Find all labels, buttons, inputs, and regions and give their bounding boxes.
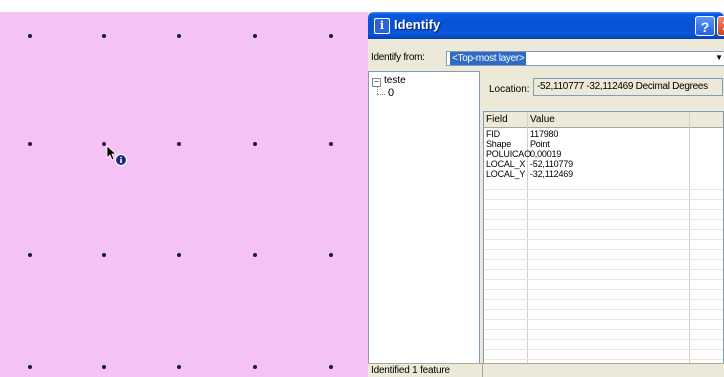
field-cell: LOCAL_X [486, 159, 526, 169]
table-row[interactable]: LOCAL_Y -32,112469 [484, 169, 723, 179]
grid-line [484, 349, 723, 350]
map-point[interactable] [253, 365, 257, 369]
grid-line [484, 249, 723, 250]
grid-line [484, 189, 723, 190]
grid-line [484, 329, 723, 330]
map-point[interactable] [102, 34, 106, 38]
map-point[interactable] [253, 253, 257, 257]
window-title: Identify [394, 17, 441, 32]
column-header-value[interactable]: Value [530, 114, 555, 125]
grid-line [484, 259, 723, 260]
map-point[interactable] [177, 34, 181, 38]
close-button[interactable]: ✕ [717, 16, 724, 36]
grid-line [484, 209, 723, 210]
field-cell: Shape [486, 139, 512, 149]
identify-from-label: Identify from: [371, 52, 425, 63]
location-area: Location: -52,110777 -32,112469 Decimal … [480, 71, 724, 107]
status-text: Identified 1 feature [371, 365, 450, 376]
identify-from-dropdown[interactable]: <Top-most layer> ▼ [446, 51, 724, 66]
table-row[interactable]: Shape Point [484, 139, 723, 149]
help-button[interactable]: ? [695, 16, 715, 36]
map-point[interactable] [102, 253, 106, 257]
map-point[interactable] [253, 34, 257, 38]
feature-tree[interactable]: − teste 0 [368, 71, 480, 371]
map-point[interactable] [28, 365, 32, 369]
map-point[interactable] [102, 365, 106, 369]
grid-line [484, 299, 723, 300]
status-bar: Identified 1 feature [368, 363, 724, 377]
map-point[interactable] [329, 253, 333, 257]
map-point[interactable] [253, 142, 257, 146]
chevron-down-icon[interactable]: ▼ [715, 53, 723, 62]
grid-line [484, 269, 723, 270]
tree-connector [377, 94, 385, 95]
map-point[interactable] [329, 34, 333, 38]
grid-line [484, 279, 723, 280]
grid-line [484, 319, 723, 320]
table-row[interactable]: LOCAL_X -52,110779 [484, 159, 723, 169]
grid-line [484, 289, 723, 290]
value-cell: -32,112469 [530, 169, 573, 179]
location-field[interactable]: -52,110777 -32,112469 Decimal Degrees [533, 78, 723, 96]
table-row[interactable]: FID 117980 [484, 129, 723, 139]
location-label: Location: [489, 84, 530, 95]
column-header-field[interactable]: Field [486, 114, 508, 125]
map-point[interactable] [28, 142, 32, 146]
value-cell: -52,110779 [530, 159, 573, 169]
tree-connector [377, 86, 378, 94]
grid-line [484, 199, 723, 200]
grid-line [484, 339, 723, 340]
tree-item-layer[interactable]: teste [384, 75, 406, 86]
map-canvas[interactable] [0, 12, 368, 377]
identify-from-value: <Top-most layer> [450, 52, 527, 65]
field-cell: POLUICAO [486, 149, 531, 159]
screen: i Identify ? ✕ Identify from: <Top-most … [0, 0, 724, 377]
field-cell: LOCAL_Y [486, 169, 526, 179]
map-point[interactable] [28, 34, 32, 38]
status-divider [482, 364, 483, 377]
grid-line [484, 309, 723, 310]
field-cell: FID [486, 129, 500, 139]
table-row[interactable]: POLUICAO 0,00019 [484, 149, 723, 159]
title-bar[interactable]: i Identify ? ✕ [368, 12, 724, 39]
identify-window: i Identify ? ✕ Identify from: <Top-most … [368, 12, 724, 377]
grid-line [484, 239, 723, 240]
grid-line [484, 219, 723, 220]
map-point[interactable] [177, 253, 181, 257]
grid-line [484, 359, 723, 360]
tree-item-feature[interactable]: 0 [388, 87, 394, 99]
map-point[interactable] [177, 365, 181, 369]
map-point[interactable] [329, 142, 333, 146]
info-icon: i [374, 18, 390, 34]
map-point[interactable] [177, 142, 181, 146]
map-point[interactable] [28, 253, 32, 257]
grid-header: Field Value [484, 112, 723, 128]
identify-cursor-icon [106, 145, 128, 167]
grid-line [484, 229, 723, 230]
value-cell: Point [530, 139, 550, 149]
value-cell: 117980 [530, 129, 559, 139]
attributes-grid[interactable]: Field Value FID 117980 Shape Point POLUICAO 0… [483, 111, 724, 371]
value-cell: 0,00019 [530, 149, 562, 159]
map-point[interactable] [329, 365, 333, 369]
